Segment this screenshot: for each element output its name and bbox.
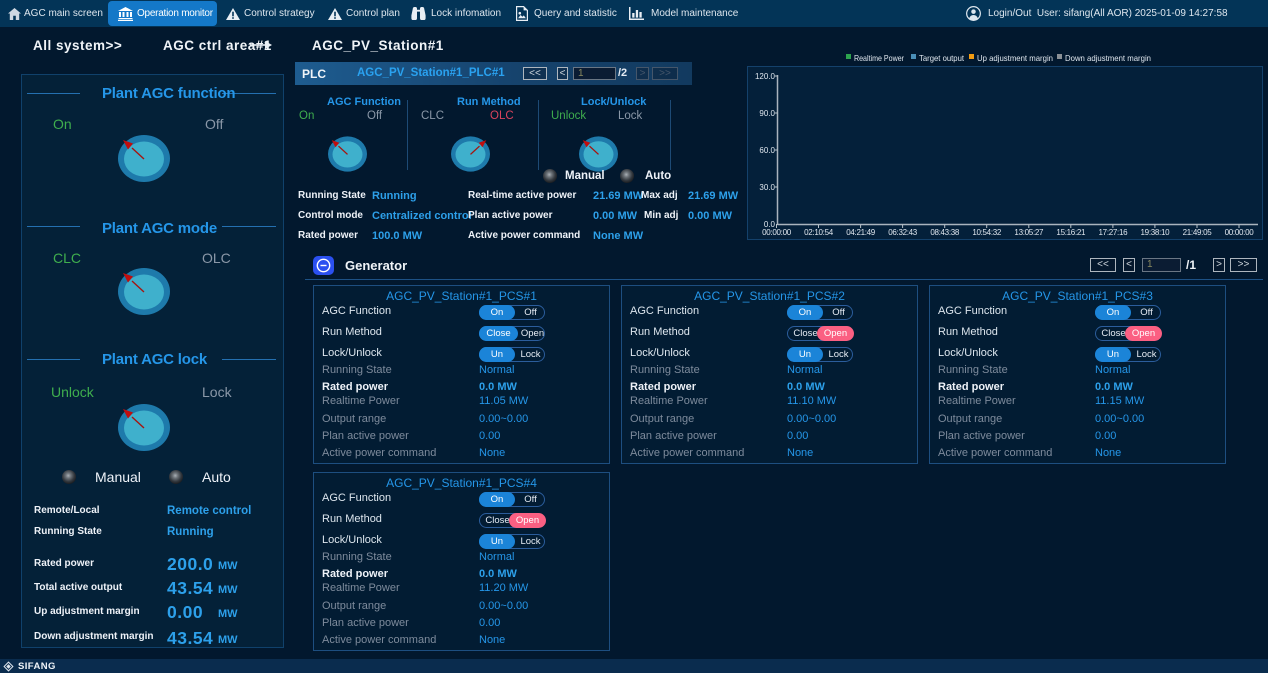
svg-text:30.0: 30.0 (759, 183, 775, 192)
svg-text:13:05:27: 13:05:27 (1014, 228, 1044, 237)
svg-text:90.0: 90.0 (759, 109, 775, 118)
svg-text:Down adjustment margin: Down adjustment margin (1065, 53, 1151, 63)
svg-text:00:00:00: 00:00:00 (762, 228, 792, 237)
svg-text:Target output: Target output (919, 53, 965, 63)
svg-text:17:27:16: 17:27:16 (1099, 228, 1129, 237)
svg-text:15:16:21: 15:16:21 (1056, 228, 1086, 237)
svg-text:Up adjustment margin: Up adjustment margin (977, 53, 1053, 63)
svg-text:04:21:49: 04:21:49 (846, 228, 876, 237)
svg-text:06:32:43: 06:32:43 (888, 228, 918, 237)
svg-text:10:54:32: 10:54:32 (972, 228, 1002, 237)
svg-text:60.0: 60.0 (759, 146, 775, 155)
svg-text:Realtime Power: Realtime Power (854, 53, 904, 63)
svg-text:08:43:38: 08:43:38 (930, 228, 960, 237)
svg-text:21:49:05: 21:49:05 (1183, 228, 1213, 237)
svg-text:19:38:10: 19:38:10 (1141, 228, 1171, 237)
svg-text:00:00:00: 00:00:00 (1225, 228, 1255, 237)
svg-text:120.0: 120.0 (755, 72, 776, 81)
svg-text:02:10:54: 02:10:54 (804, 228, 834, 237)
